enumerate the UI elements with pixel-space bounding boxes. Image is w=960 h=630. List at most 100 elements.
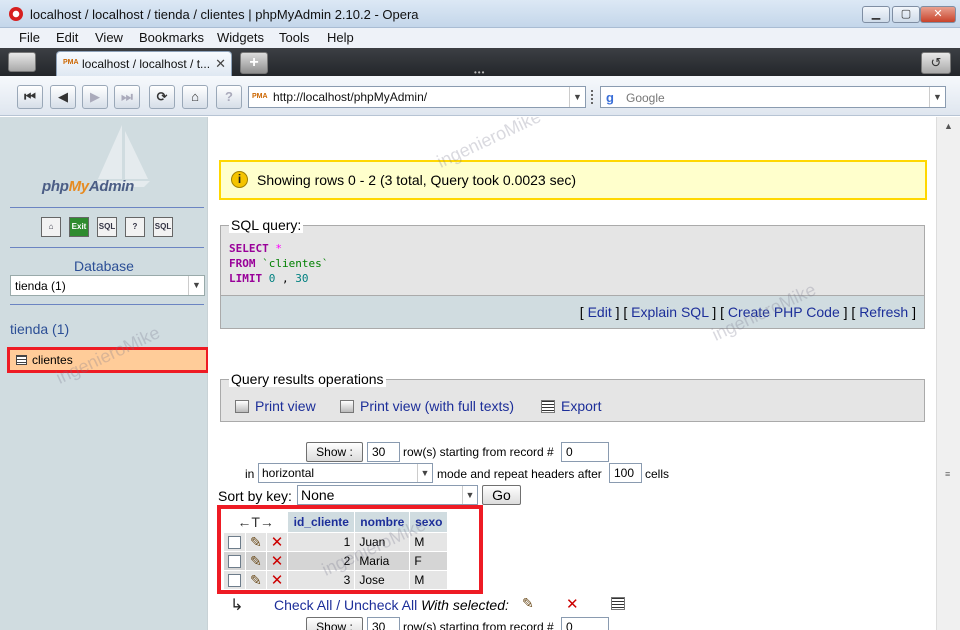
menu-help[interactable]: Help — [327, 30, 354, 45]
sql-token: `clientes` — [262, 257, 329, 270]
print-view-link[interactable]: Print view — [255, 398, 316, 414]
mode-text: mode and repeat headers after — [437, 467, 602, 481]
sort-sexo-link[interactable]: sexo — [415, 515, 442, 529]
start-record-input-bottom[interactable]: 0 — [561, 617, 609, 630]
row-checkbox-cell — [224, 552, 245, 570]
sql-icon[interactable]: SQL — [97, 217, 117, 237]
delete-cross-icon[interactable]: ✕ — [271, 534, 284, 551]
check-separator: / — [336, 597, 341, 613]
menu-widgets[interactable]: Widgets — [217, 30, 264, 45]
minimize-button[interactable]: ▁ — [862, 6, 890, 23]
reload-button[interactable]: ⟳ — [149, 85, 175, 109]
exit-icon[interactable]: Exit — [69, 217, 89, 237]
repeat-headers-input[interactable]: 100 — [609, 463, 642, 483]
print-view-full-link[interactable]: Print view (with full texts) — [360, 398, 514, 414]
column-header-id-cliente[interactable]: id_cliente — [288, 512, 355, 532]
row-checkbox[interactable] — [228, 555, 241, 569]
refresh-link[interactable]: Refresh — [859, 304, 908, 320]
scroll-up-icon[interactable]: ▲ — [944, 121, 953, 131]
rows-count-input-bottom[interactable]: 30 — [367, 617, 400, 630]
notice-text: Showing rows 0 - 2 (3 total, Query took … — [257, 172, 577, 188]
column-resize-icon[interactable]: ←T→ — [224, 512, 287, 532]
menu-tools[interactable]: Tools — [279, 30, 309, 45]
edit-query-link[interactable]: Edit — [588, 304, 612, 320]
delete-selected-cross-icon[interactable]: ✕ — [566, 595, 579, 613]
chevron-down-icon[interactable]: ▼ — [188, 276, 204, 295]
window-title: localhost / localhost / tienda / cliente… — [30, 7, 419, 22]
fast-forward-button[interactable]: ⏭ — [114, 85, 140, 109]
column-header-nombre[interactable]: nombre — [355, 512, 410, 532]
query-results-legend: Query results operations — [229, 371, 386, 387]
go-button[interactable]: Go — [482, 485, 521, 505]
print-icon[interactable] — [235, 400, 249, 413]
new-tab-button[interactable]: + — [240, 52, 268, 74]
panel-toggle-button[interactable] — [8, 52, 36, 72]
show-button-bottom[interactable]: Show : — [306, 617, 363, 630]
edit-pencil-icon[interactable]: ✎ — [250, 553, 262, 569]
sidebar-item-clientes[interactable]: clientes — [7, 347, 209, 373]
sort-nombre-link[interactable]: nombre — [360, 515, 404, 529]
rows-count-input[interactable]: 30 — [367, 442, 400, 462]
closed-tabs-button[interactable]: ↺ — [921, 52, 951, 74]
search-field[interactable]: g Google ▼ — [600, 86, 946, 108]
edit-selected-pencil-icon[interactable]: ✎ — [522, 595, 534, 612]
menu-view[interactable]: View — [95, 30, 123, 45]
display-mode-value: horizontal — [262, 466, 315, 480]
tab-label: localhost / localhost / t... — [82, 57, 211, 71]
database-select[interactable]: tienda (1) ▼ — [10, 275, 205, 296]
address-bar[interactable]: PMA http://localhost/phpMyAdmin/ ▼ — [248, 86, 586, 108]
tab-phpmyadmin[interactable]: PMA localhost / localhost / t... ✕ — [56, 51, 232, 76]
phpmyadmin-logo[interactable]: phpMyAdmin — [42, 178, 134, 195]
address-input[interactable]: http://localhost/phpMyAdmin/ — [273, 90, 427, 104]
create-php-code-link[interactable]: Create PHP Code — [728, 304, 840, 320]
sort-id-cliente-link[interactable]: id_cliente — [294, 515, 349, 529]
home-button[interactable]: ⌂ — [182, 85, 208, 109]
explain-sql-link[interactable]: Explain SQL — [631, 304, 708, 320]
home-icon[interactable]: ⌂ — [41, 217, 61, 237]
delete-cross-icon[interactable]: ✕ — [271, 553, 284, 570]
delete-cross-icon[interactable]: ✕ — [271, 572, 284, 589]
close-window-button[interactable]: ✕ — [920, 6, 956, 23]
chevron-down-icon[interactable]: ▼ — [462, 486, 477, 504]
opera-logo-icon — [9, 7, 23, 21]
uncheck-all-link[interactable]: Uncheck All — [344, 597, 417, 613]
edit-cell: ✎ — [246, 533, 266, 551]
edit-pencil-icon[interactable]: ✎ — [250, 572, 262, 588]
display-mode-select[interactable]: horizontal ▼ — [258, 463, 433, 483]
show-button[interactable]: Show : — [306, 442, 363, 462]
search-engine-dropdown-icon[interactable]: ▼ — [929, 87, 945, 107]
back-button[interactable]: ◀ — [50, 85, 76, 109]
docs-icon[interactable]: ? — [125, 217, 145, 237]
sidebar-item-label[interactable]: clientes — [32, 353, 73, 367]
row-checkbox[interactable] — [228, 574, 241, 588]
check-all-link[interactable]: Check All — [274, 597, 332, 613]
maximize-button[interactable]: ▢ — [892, 6, 920, 23]
toolbar-separator[interactable] — [591, 90, 595, 104]
sql-docs-icon[interactable]: SQL — [153, 217, 173, 237]
scroll-grip-icon[interactable]: ≡ — [945, 469, 950, 479]
main-scrollbar[interactable]: ▲ ≡ — [936, 117, 960, 630]
close-tab-icon[interactable]: ✕ — [215, 56, 226, 72]
delete-cell: ✕ — [266, 533, 288, 551]
row-checkbox[interactable] — [228, 536, 241, 550]
table-icon[interactable] — [16, 355, 27, 365]
search-input[interactable]: Google — [626, 91, 665, 105]
address-dropdown-icon[interactable]: ▼ — [569, 87, 585, 107]
print-icon[interactable] — [340, 400, 354, 413]
export-link[interactable]: Export — [561, 398, 601, 414]
rewind-button[interactable]: ⏮ — [17, 85, 43, 109]
menu-file[interactable]: File — [19, 30, 40, 45]
site-info-button[interactable]: ? — [216, 85, 242, 109]
export-selected-icon[interactable] — [611, 597, 625, 610]
forward-button[interactable]: ▶ — [82, 85, 108, 109]
menu-edit[interactable]: Edit — [56, 30, 78, 45]
start-record-input[interactable]: 0 — [561, 442, 609, 462]
menu-bookmarks[interactable]: Bookmarks — [139, 30, 204, 45]
database-heading-link[interactable]: tienda (1) — [10, 321, 69, 337]
column-header-sexo[interactable]: sexo — [410, 512, 448, 532]
edit-pencil-icon[interactable]: ✎ — [250, 534, 262, 550]
notice-icon: i — [231, 171, 248, 188]
chevron-down-icon[interactable]: ▼ — [417, 464, 432, 482]
export-icon[interactable] — [541, 400, 555, 413]
sort-by-key-select[interactable]: None ▼ — [297, 485, 478, 505]
